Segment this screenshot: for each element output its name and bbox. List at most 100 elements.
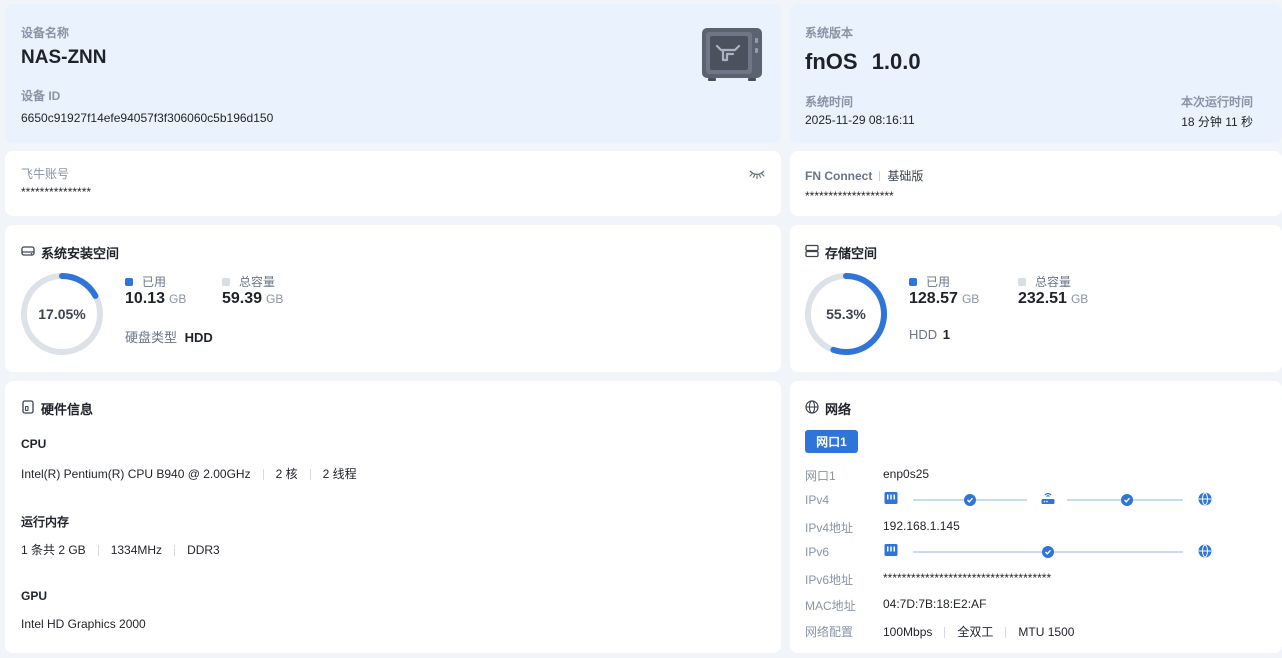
network-config-label: 网络配置: [805, 625, 854, 639]
used-swatch: [909, 277, 917, 286]
used-label: 已用: [142, 275, 167, 289]
ethernet-port-icon: [884, 491, 898, 510]
hdd-count-value: 1: [942, 327, 951, 342]
divider: [879, 170, 881, 181]
hardware-icon: [21, 400, 35, 417]
check-icon: [964, 494, 976, 506]
divider: [262, 469, 264, 481]
device-name: NAS-ZNN: [21, 47, 107, 68]
used-unit: GB: [169, 292, 187, 306]
ipv6-label: IPv6: [805, 545, 830, 559]
system-time-label: 系统时间: [805, 95, 854, 109]
ipv6-address: ************************************: [883, 571, 1052, 585]
port-value: enp0s25: [883, 467, 930, 481]
ipv4-address: 192.168.1.145: [883, 519, 960, 533]
system-total-value: 59.39 GB: [222, 290, 283, 308]
cpu-threads: 2 线程: [322, 467, 357, 481]
hardware-title: 硬件信息: [21, 399, 93, 418]
network-title-text: 网络: [825, 402, 852, 417]
ipv4-address-label: IPv4地址: [805, 521, 854, 535]
memory-type: DDR3: [187, 543, 220, 557]
network-title: 网络: [805, 399, 851, 418]
uptime-label: 本次运行时间: [1180, 95, 1253, 109]
storage-total-value: 232.51 GB: [1018, 290, 1088, 308]
hdd-count: HDD 1: [909, 327, 950, 342]
system-used-value: 10.13 GB: [125, 290, 186, 308]
hardware-title-text: 硬件信息: [41, 402, 94, 417]
storage-title: 存储空间: [805, 243, 877, 262]
ipv6-address-label: IPv6地址: [805, 573, 854, 587]
memory-frequency: 1334MHz: [110, 543, 163, 557]
gpu-label: GPU: [21, 589, 48, 603]
mac-label: MAC地址: [805, 599, 856, 613]
system-card: 系统版本 fnOS 1.0.0 系统时间 2025-11-29 08:16:11…: [790, 4, 1282, 143]
memory-label: 运行内存: [21, 515, 70, 529]
total-number: 59.39: [222, 290, 263, 307]
duplex-mode: 全双工: [957, 625, 994, 639]
router-icon: [1041, 491, 1055, 510]
system-used-legend: 已用: [125, 273, 166, 290]
ipv4-label: IPv4: [805, 493, 830, 507]
used-number: 128.57: [909, 290, 958, 307]
fnconnect-tier: 基础版: [887, 169, 924, 183]
globe-icon: [805, 400, 819, 417]
account-value: ***************: [21, 185, 92, 199]
system-space-title: 系统安装空间: [21, 243, 119, 262]
divider: [309, 469, 311, 481]
mac-address: 04:7D:7B:18:E2:AF: [883, 597, 987, 611]
disk-type: 硬盘类型 HDD: [125, 327, 213, 346]
account-label: 飞牛账号: [21, 167, 70, 181]
fnconnect-label: FN Connect: [805, 168, 873, 183]
account-card: 飞牛账号 ***************: [5, 151, 781, 216]
total-unit: GB: [266, 292, 284, 306]
memory-size: 1 条共 2 GB: [21, 543, 86, 557]
storage-title-text: 存储空间: [825, 246, 878, 261]
used-label: 已用: [926, 275, 951, 289]
device-id-label: 设备 ID: [21, 89, 61, 103]
total-unit: GB: [1070, 292, 1089, 306]
port-label: 网口1: [805, 469, 836, 483]
nas-device-icon: [700, 26, 764, 87]
system-version-label: 系统版本: [805, 26, 854, 40]
total-swatch: [1018, 277, 1026, 286]
fnconnect-value: *******************: [805, 189, 894, 203]
internet-globe-icon: [1198, 544, 1212, 563]
system-version: fnOS 1.0.0: [805, 49, 921, 75]
fnconnect-header: FN Connect 基础版: [805, 167, 923, 184]
system-space-ring: 17.05%: [19, 271, 105, 357]
check-icon: [1042, 546, 1054, 558]
system-space-percent: 17.05%: [38, 306, 86, 322]
fnconnect-card: FN Connect 基础版 *******************: [790, 151, 1282, 216]
uptime: 18 分钟 11 秒: [1181, 115, 1253, 129]
tab-port-1[interactable]: 网口1: [805, 430, 858, 453]
hdd-label: HDD: [909, 327, 938, 342]
total-label: 总容量: [1035, 275, 1072, 289]
total-label: 总容量: [239, 275, 276, 289]
storage-used-value: 128.57 GB: [909, 290, 979, 308]
hard-drive-icon: [21, 244, 35, 261]
cpu-label: CPU: [21, 437, 47, 451]
cpu-info: Intel(R) Pentium(R) CPU B940 @ 2.00GHz 2 …: [21, 465, 357, 482]
divider: [944, 627, 946, 639]
device-id: 6650c91927f14efe94057f3f306060c5b196d150: [21, 111, 274, 125]
total-number: 232.51: [1018, 290, 1067, 307]
divider: [174, 545, 176, 557]
system-total-legend: 总容量: [222, 273, 275, 290]
storage-icon: [805, 244, 819, 261]
storage-card: 存储空间 55.3% 已用 128.57 GB 总容量 232.51 GB HDD …: [790, 225, 1282, 372]
internet-globe-icon: [1198, 492, 1212, 511]
storage-percent: 55.3%: [826, 306, 866, 322]
check-icon: [1121, 494, 1133, 506]
network-card: 网络 网口1 网口1 enp0s25 IPv4 IPv4地址 192.168.1…: [790, 381, 1282, 653]
eye-closed-icon[interactable]: [748, 167, 766, 185]
disk-type-value: HDD: [184, 330, 213, 345]
ethernet-port-icon: [884, 543, 898, 562]
divider: [97, 545, 99, 557]
storage-total-legend: 总容量: [1018, 273, 1071, 290]
used-swatch: [125, 277, 133, 286]
os-name: fnOS: [805, 49, 858, 74]
cpu-model: Intel(R) Pentium(R) CPU B940 @ 2.00GHz: [21, 467, 251, 481]
cpu-cores: 2 核: [275, 467, 298, 481]
network-config: 100Mbps 全双工 MTU 1500: [883, 623, 1074, 640]
system-time: 2025-11-29 08:16:11: [805, 113, 915, 127]
